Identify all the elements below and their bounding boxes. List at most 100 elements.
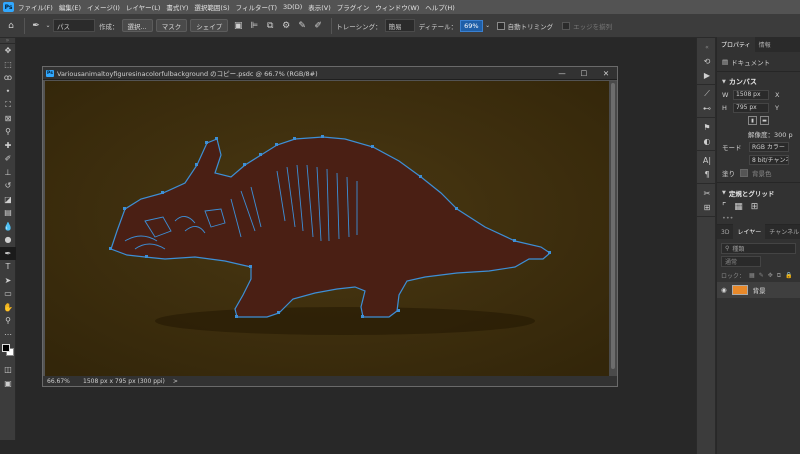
menu-view[interactable]: 表示(V) xyxy=(308,2,331,12)
blur-tool-icon[interactable]: 💧 xyxy=(0,220,16,234)
auto-trim-checkbox[interactable] xyxy=(496,21,505,30)
bits-select[interactable]: 8 bit/チャンネル xyxy=(749,154,789,165)
quick-select-tool-icon[interactable]: ⬩ xyxy=(0,85,16,99)
lock-position-icon[interactable]: ✥ xyxy=(768,272,773,279)
marquee-tool-icon[interactable]: ⬚ xyxy=(0,58,16,72)
dodge-tool-icon[interactable]: ● xyxy=(0,233,16,247)
chevron-down-icon[interactable]: ⌄ xyxy=(485,19,491,33)
path-arrangement-icon[interactable]: ⧉ xyxy=(263,19,277,33)
fill-swatch[interactable] xyxy=(740,168,748,177)
menu-3d[interactable]: 3D(D) xyxy=(283,3,302,11)
menu-image[interactable]: イメージ(I) xyxy=(87,2,120,12)
type-tool-icon[interactable]: T xyxy=(0,260,16,274)
character-panel-icon[interactable]: A| xyxy=(697,153,717,167)
ruler-icon[interactable]: ⌜ xyxy=(722,202,726,212)
menu-window[interactable]: ウィンドウ(W) xyxy=(375,2,419,12)
selection-button[interactable]: 選択... xyxy=(121,19,153,32)
swatches-panel-icon[interactable]: ⚑ xyxy=(697,120,717,134)
maximize-icon[interactable]: ☐ xyxy=(573,69,595,78)
tools-panel-icon[interactable]: ✂ xyxy=(697,186,717,200)
guides-icon[interactable]: ⊞ xyxy=(751,202,759,212)
menu-select[interactable]: 選択範囲(S) xyxy=(194,2,229,12)
rectangle-tool-icon[interactable]: ▭ xyxy=(0,287,16,301)
zoom-tool-icon[interactable]: ⚲ xyxy=(0,314,16,328)
color-swatches[interactable] xyxy=(0,341,16,363)
close-icon[interactable]: ✕ xyxy=(595,69,617,78)
canvas[interactable] xyxy=(45,81,610,377)
glyphs-panel-icon[interactable]: ⊞ xyxy=(697,200,717,214)
menu-file[interactable]: ファイル(F) xyxy=(18,2,53,12)
vertical-scrollbar[interactable] xyxy=(609,81,617,377)
quick-mask-icon[interactable]: ◫ xyxy=(0,363,16,377)
path-alignment-icon[interactable]: ⊫ xyxy=(247,19,261,33)
mask-button[interactable]: マスク xyxy=(155,19,188,32)
gradient-tool-icon[interactable]: ▤ xyxy=(0,206,16,220)
blend-mode-select[interactable]: 通常 xyxy=(721,256,761,267)
eyedropper-tool-icon[interactable]: ⚲ xyxy=(0,125,16,139)
status-menu-arrow[interactable]: > xyxy=(173,378,178,385)
height-field[interactable]: 795 px xyxy=(733,102,769,113)
document-title-bar[interactable]: Ps Variousanimaltoyfiguresinacolorfulbac… xyxy=(43,67,617,80)
scrollbar-thumb[interactable] xyxy=(611,83,615,369)
hand-tool-icon[interactable]: ✋ xyxy=(0,301,16,315)
eye-icon[interactable]: ◉ xyxy=(721,286,727,294)
eraser-tool-icon[interactable]: ◪ xyxy=(0,193,16,207)
pen-tool-icon[interactable]: ✒ xyxy=(0,246,16,260)
lock-artboard-icon[interactable]: ⧉ xyxy=(777,272,781,280)
menu-edit[interactable]: 編集(E) xyxy=(59,2,81,12)
mode-select[interactable]: RGB カラー xyxy=(749,141,789,152)
canvas-header[interactable]: ▼ カンバス xyxy=(722,75,795,88)
foreground-color-swatch[interactable] xyxy=(2,344,10,352)
history-panel-icon[interactable]: ⟲ xyxy=(697,54,717,68)
collapse-icon[interactable]: « xyxy=(697,40,717,54)
history-brush-tool-icon[interactable]: ↺ xyxy=(0,179,16,193)
layer-item[interactable]: ◉ 背景 xyxy=(717,282,800,298)
document-window[interactable]: Ps Variousanimaltoyfiguresinacolorfulbac… xyxy=(42,66,618,387)
tab-channels[interactable]: チャンネル xyxy=(765,227,800,239)
menu-plugins[interactable]: プラグイン xyxy=(337,2,370,12)
lock-paint-icon[interactable]: ✎ xyxy=(759,272,764,279)
clone-stamp-tool-icon[interactable]: ⊥ xyxy=(0,166,16,180)
chevron-down-icon[interactable]: ⌄ xyxy=(45,19,51,33)
actions-panel-icon[interactable]: ▶ xyxy=(697,68,717,82)
healing-brush-tool-icon[interactable]: ✚ xyxy=(0,139,16,153)
paragraph-panel-icon[interactable]: ¶ xyxy=(697,167,717,181)
detail-input[interactable]: 69% xyxy=(460,19,483,32)
menu-layer[interactable]: レイヤー(L) xyxy=(126,2,161,12)
shape-button[interactable]: シェイプ xyxy=(190,19,229,32)
menu-help[interactable]: ヘルプ(H) xyxy=(425,2,454,12)
menu-type[interactable]: 書式(Y) xyxy=(166,2,188,12)
grid-icon[interactable]: ▦ xyxy=(734,202,743,212)
mode-select[interactable]: パス xyxy=(53,19,95,32)
width-field[interactable]: 1508 px xyxy=(733,89,769,100)
minimize-icon[interactable]: — xyxy=(551,69,573,78)
lock-pixels-icon[interactable]: ▦ xyxy=(749,272,755,279)
zoom-level[interactable]: 66.67% xyxy=(43,378,79,385)
brush-tool-icon[interactable]: ✐ xyxy=(0,152,16,166)
lock-all-icon[interactable]: 🔒 xyxy=(785,272,792,279)
screen-mode-icon[interactable]: ▣ xyxy=(0,377,16,391)
more-icon[interactable]: ••• xyxy=(722,214,734,222)
adjustments-panel-icon[interactable]: ⟋ xyxy=(697,87,717,101)
move-tool-icon[interactable]: ✥ xyxy=(0,44,16,58)
home-icon[interactable]: ⌂ xyxy=(4,19,18,33)
path-operations-icon[interactable]: ▣ xyxy=(231,19,245,33)
photoshop-logo-icon[interactable]: Ps xyxy=(3,2,14,12)
portrait-icon[interactable]: ▮ xyxy=(748,116,757,125)
tab-3d[interactable]: 3D xyxy=(717,229,733,239)
brushes-panel-icon[interactable]: ⊷ xyxy=(697,101,717,115)
tab-info[interactable]: 情報 xyxy=(755,40,775,52)
lasso-tool-icon[interactable]: ꝏ xyxy=(0,71,16,85)
layer-search-input[interactable]: ⚲ 種類 xyxy=(721,243,796,254)
curvature-pen-icon[interactable]: ✎ xyxy=(295,19,309,33)
crop-tool-icon[interactable]: ⛶ xyxy=(0,98,16,112)
gear-icon[interactable]: ⚙ xyxy=(279,19,293,33)
tab-layers[interactable]: レイヤー xyxy=(733,224,766,239)
pen-tool-icon[interactable]: ✒ xyxy=(29,19,43,33)
landscape-icon[interactable]: ▬ xyxy=(760,116,769,125)
color-panel-icon[interactable]: ◐ xyxy=(697,134,717,148)
tab-properties[interactable]: プロパティ xyxy=(717,37,755,52)
auto-select-icon[interactable]: ✐ xyxy=(311,19,325,33)
rulers-header[interactable]: ▼ 定規とグリッド xyxy=(722,186,795,199)
path-selection-tool-icon[interactable]: ➤ xyxy=(0,274,16,288)
